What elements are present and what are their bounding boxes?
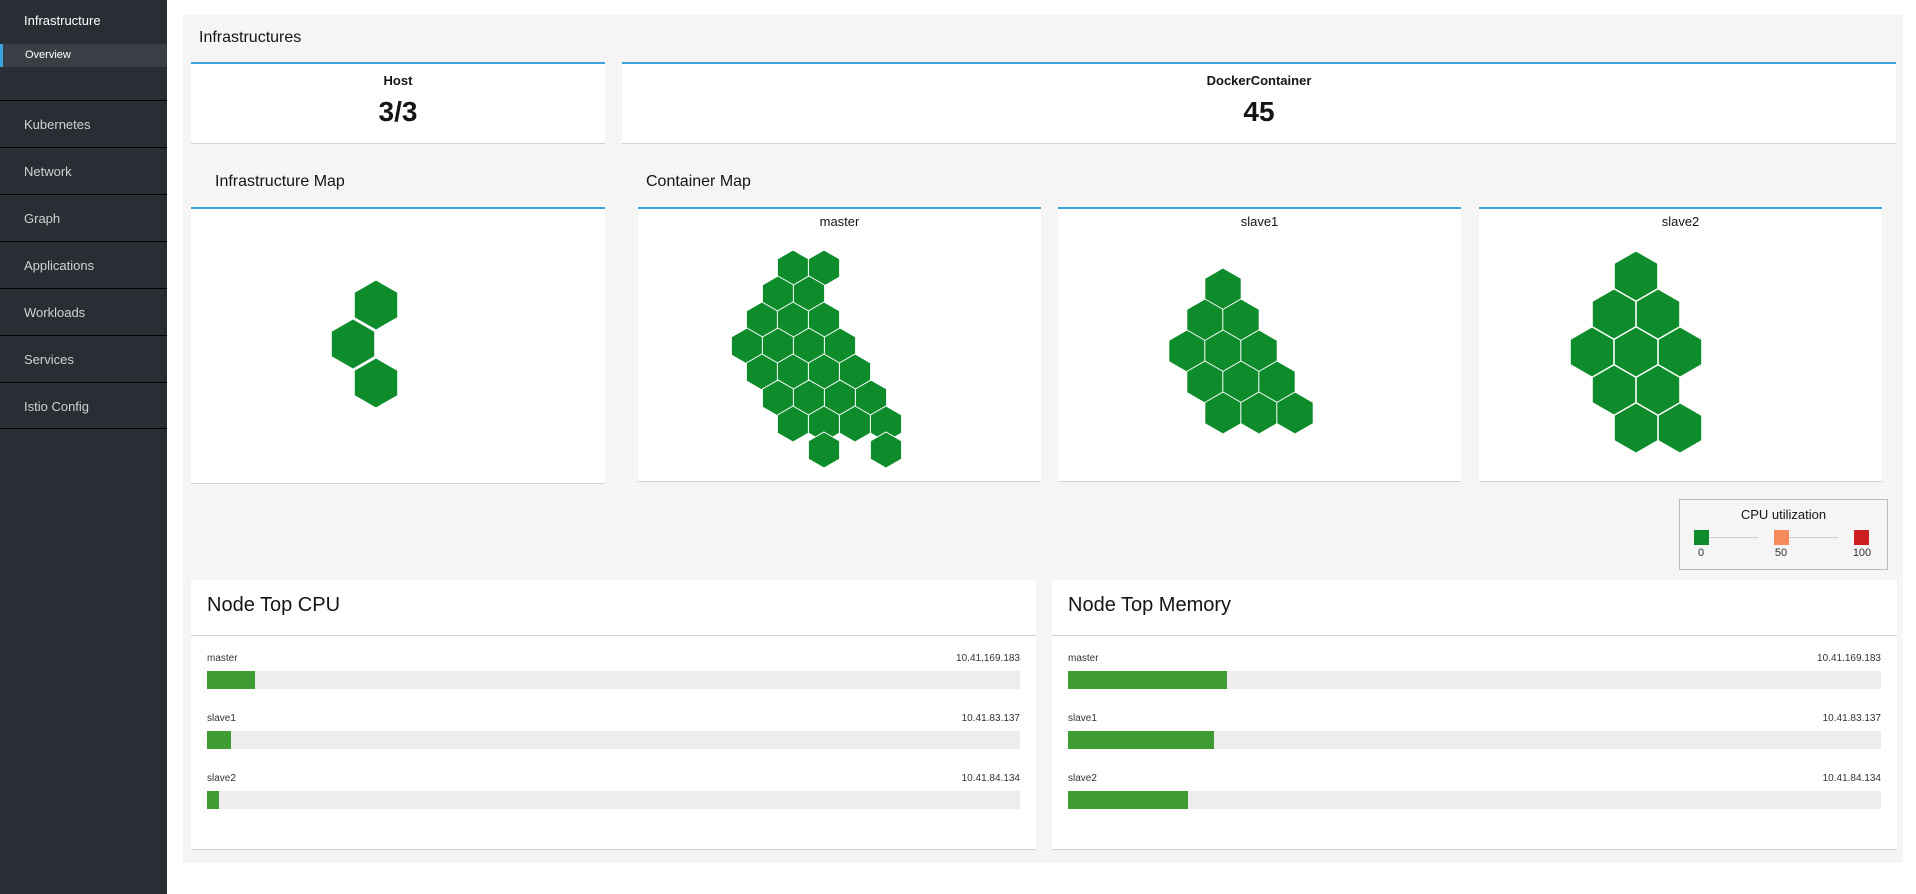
progress-track	[1068, 791, 1881, 809]
nav-item-label: Kubernetes	[24, 117, 91, 132]
legend-line	[1708, 537, 1758, 538]
container-hex[interactable]	[353, 357, 399, 409]
nav-item-kubernetes[interactable]: Kubernetes	[0, 100, 167, 147]
legend-title: CPU utilization	[1740, 507, 1827, 522]
node-ip: 10.41.169.183	[1817, 653, 1881, 664]
cpu-utilization-legend: CPU utilization 0 50 100	[1679, 499, 1888, 570]
cpu-bar-row: slave1 10.41.83.137	[207, 713, 1020, 763]
node-ip: 10.41.83.137	[1822, 713, 1881, 724]
nav-item-label: Workloads	[24, 305, 86, 320]
host-count: 3/3	[378, 96, 418, 127]
nav-item-overview[interactable]: Overview	[0, 44, 167, 67]
node-ip: 10.41.169.183	[956, 653, 1020, 664]
progress-fill	[207, 731, 232, 749]
host-card: Host 3/3	[191, 62, 605, 144]
nav-item-label: Services	[24, 352, 74, 367]
page-title: Infrastructures	[199, 29, 302, 46]
memory-bar-row: slave1 10.41.83.137	[1068, 713, 1881, 763]
legend-line	[1788, 537, 1838, 538]
docker-container-label: DockerContainer	[1206, 73, 1312, 88]
container-hex-map	[730, 249, 903, 469]
nav-item-label: Applications	[24, 258, 95, 273]
container-hex[interactable]	[330, 318, 376, 370]
infrastructure-map-card	[191, 207, 605, 484]
node-name: slave2	[207, 773, 236, 784]
container-map-master: master	[638, 207, 1041, 482]
nav-item-services[interactable]: Services	[0, 335, 167, 382]
nav-item-label: Network	[24, 164, 72, 179]
container-hex[interactable]	[869, 431, 903, 469]
nav-group-infrastructure[interactable]: Infrastructure	[24, 13, 101, 28]
nav-item-applications[interactable]: Applications	[0, 241, 167, 288]
host-label: Host	[383, 73, 413, 88]
memory-bar-row: master 10.41.169.183	[1068, 653, 1881, 703]
node-top-memory-title: Node Top Memory	[1068, 594, 1232, 616]
legend-swatch-low	[1694, 530, 1709, 545]
docker-container-card: DockerContainer 45	[622, 62, 1896, 144]
docker-container-count: 45	[1243, 96, 1275, 127]
legend-value-high: 100	[1852, 547, 1872, 559]
container-hex[interactable]	[807, 431, 841, 469]
nav-item-workloads[interactable]: Workloads	[0, 288, 167, 335]
divider	[1052, 635, 1897, 636]
nav-item-overview-label: Overview	[25, 49, 71, 61]
nav-item-network[interactable]: Network	[0, 147, 167, 194]
infrastructure-hex-map	[330, 279, 399, 409]
node-top-memory-card: Node Top Memory master 10.41.169.183 sla…	[1052, 580, 1897, 850]
container-hex-map	[1168, 267, 1314, 435]
node-name: slave1	[1068, 713, 1097, 724]
infrastructure-map-title: Infrastructure Map	[215, 173, 345, 190]
progress-track	[207, 731, 1020, 749]
container-map-slave1: slave1	[1058, 207, 1461, 482]
nav-item-graph[interactable]: Graph	[0, 194, 167, 241]
divider	[191, 635, 1036, 636]
node-name: slave2	[1068, 773, 1097, 784]
node-name: master	[207, 653, 238, 664]
legend-swatch-high	[1854, 530, 1869, 545]
container-hex-map	[1569, 250, 1703, 454]
progress-track	[207, 671, 1020, 689]
nav-item-istio-config[interactable]: Istio Config	[0, 382, 167, 429]
progress-fill	[1068, 671, 1227, 689]
legend-value-low: 0	[1697, 547, 1705, 559]
node-top-cpu-title: Node Top CPU	[207, 594, 341, 616]
legend-value-mid: 50	[1774, 547, 1788, 559]
node-name: master	[1068, 653, 1099, 664]
nav-item-label: Graph	[24, 211, 61, 226]
node-ip: 10.41.83.137	[961, 713, 1020, 724]
nav-item-label: Istio Config	[24, 399, 90, 414]
cpu-bar-row: slave2 10.41.84.134	[207, 773, 1020, 823]
progress-fill	[207, 791, 220, 809]
progress-fill	[1068, 731, 1215, 749]
progress-fill	[1068, 791, 1189, 809]
node-name: slave1	[207, 713, 236, 724]
cpu-bar-row: master 10.41.169.183	[207, 653, 1020, 703]
progress-fill	[207, 671, 255, 689]
progress-track	[1068, 671, 1881, 689]
memory-bar-row: slave2 10.41.84.134	[1068, 773, 1881, 823]
container-map-slave2: slave2	[1479, 207, 1882, 482]
node-top-cpu-card: Node Top CPU master 10.41.169.183 slave1…	[191, 580, 1036, 850]
progress-track	[1068, 731, 1881, 749]
container-hex[interactable]	[353, 279, 399, 331]
container-map-title: Container Map	[646, 173, 751, 190]
sidebar: Infrastructure Overview Kubernetes Netwo…	[0, 0, 167, 894]
node-ip: 10.41.84.134	[961, 773, 1020, 784]
progress-track	[207, 791, 1020, 809]
legend-swatch-mid	[1774, 530, 1789, 545]
nav-divider	[0, 428, 167, 429]
node-ip: 10.41.84.134	[1822, 773, 1881, 784]
